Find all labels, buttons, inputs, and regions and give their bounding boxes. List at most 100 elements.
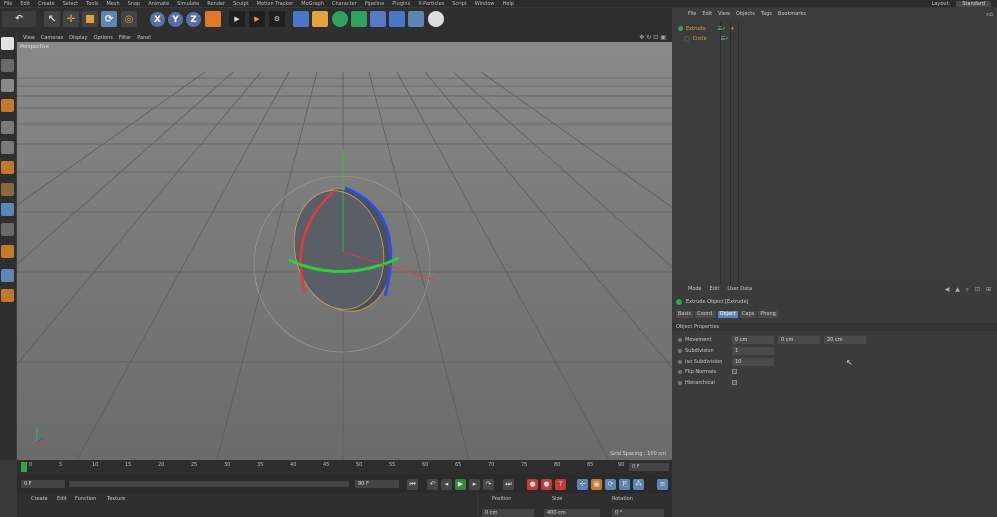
menu-motion-tracker[interactable]: Motion Tracker — [257, 1, 294, 7]
tab-phong[interactable]: Phong — [758, 311, 778, 318]
frame-range-slider[interactable] — [69, 481, 349, 487]
subdivision-surface-icon[interactable] — [332, 11, 348, 27]
y-axis-lock-icon[interactable]: Y — [168, 12, 183, 27]
movement-x-field[interactable]: 0 cm — [732, 336, 774, 344]
animate-dot[interactable] — [678, 360, 682, 364]
object-status-check[interactable]: ☰✓ — [718, 26, 727, 32]
record-position-icon[interactable]: ✛ — [577, 479, 588, 490]
go-to-end-icon[interactable]: ⏭ — [503, 479, 514, 490]
menu-create[interactable]: Create — [38, 1, 55, 7]
subdivision-field[interactable]: 1 — [732, 347, 774, 355]
timeline-ruler[interactable]: 0 5 10 15 20 25 30 35 40 45 50 55 60 65 … — [17, 460, 672, 474]
am-nav-icons[interactable]: ◀ ▲ ⌕ ⊡ ⊞ — [945, 286, 993, 294]
animate-dot[interactable] — [678, 338, 682, 342]
timeline-menu-icon[interactable]: ≡ — [657, 479, 668, 490]
play-icon[interactable]: ▶ — [455, 479, 466, 490]
camera-icon[interactable] — [408, 11, 424, 27]
menu-script[interactable]: Script — [452, 1, 467, 7]
model-mode-icon[interactable] — [1, 59, 14, 72]
size-x-field[interactable]: 400 cm — [544, 509, 600, 517]
current-frame-field[interactable]: 0 F — [21, 480, 65, 488]
undo-icon[interactable]: ↶ — [2, 11, 36, 27]
movement-y-field[interactable]: 0 cm — [778, 336, 820, 344]
rotation-h-field[interactable]: 0 ° — [612, 509, 664, 517]
animate-dot[interactable] — [678, 349, 682, 353]
make-editable-icon[interactable] — [1, 37, 14, 50]
points-mode-icon[interactable] — [1, 121, 14, 134]
move-tool-icon[interactable]: ✛ — [63, 11, 79, 27]
max-frame-field[interactable]: 90 F — [355, 480, 399, 488]
am-menu-user-data[interactable]: User Data — [727, 286, 752, 294]
cloner-icon[interactable] — [351, 11, 367, 27]
om-search-icon[interactable]: ⌕⌂ — [986, 11, 993, 19]
menu-pipeline[interactable]: Pipeline — [365, 1, 385, 7]
pen-icon[interactable] — [312, 11, 328, 27]
record-icon[interactable]: ● — [527, 479, 538, 490]
record-scale-icon[interactable]: ▣ — [591, 479, 602, 490]
viewport-3d[interactable]: Perspective Grid Spacing : 100 cm — [17, 42, 672, 460]
next-key-icon[interactable]: ↷ — [483, 479, 494, 490]
menu-help[interactable]: Help — [502, 1, 513, 7]
tweak-mode-icon[interactable] — [1, 203, 14, 216]
polygons-mode-icon[interactable] — [1, 161, 14, 174]
next-frame-icon[interactable]: ▸ — [469, 479, 480, 490]
tab-coord[interactable]: Coord. — [695, 311, 716, 318]
viewport-menu-display[interactable]: Display — [69, 35, 87, 41]
animate-dot[interactable] — [678, 381, 682, 385]
timeline-end-frame[interactable]: 0 F — [629, 463, 669, 471]
keyframe-selection-icon[interactable]: ? — [555, 479, 566, 490]
viewport-menu-cameras[interactable]: Cameras — [41, 35, 63, 41]
menu-file[interactable]: File — [4, 1, 12, 7]
menu-window[interactable]: Window — [475, 1, 495, 7]
viewport-menu-options[interactable]: Options — [94, 35, 113, 41]
menu-mograph[interactable]: MoGraph — [301, 1, 324, 7]
tab-caps[interactable]: Caps — [739, 311, 757, 318]
om-menu-objects[interactable]: Objects — [736, 11, 755, 19]
viewport-navigation-icons[interactable]: ✥↻⊡▣ — [639, 34, 668, 41]
menu-select[interactable]: Select — [63, 1, 78, 7]
x-axis-lock-icon[interactable]: X — [150, 12, 165, 27]
menu-character[interactable]: Character — [332, 1, 357, 7]
object-row-circle[interactable]: ◯ Circle ☰✓ — [684, 35, 729, 42]
menu-simulate[interactable]: Simulate — [177, 1, 199, 7]
material-menu-create[interactable]: Create — [31, 496, 48, 502]
render-settings-icon[interactable]: ⚙ — [269, 11, 285, 27]
om-menu-view[interactable]: View — [718, 11, 730, 19]
workplane-mode-icon[interactable] — [1, 99, 14, 112]
prev-frame-icon[interactable]: ◂ — [441, 479, 452, 490]
record-rotation-icon[interactable]: ⟳ — [605, 479, 616, 490]
axis-mode-icon[interactable] — [1, 183, 14, 196]
tab-basic[interactable]: Basic — [676, 311, 694, 318]
position-x-field[interactable]: 0 cm — [482, 509, 534, 517]
prev-key-icon[interactable]: ↶ — [427, 479, 438, 490]
viewport-menu-view[interactable]: View — [23, 35, 35, 41]
rotate-tool-icon[interactable]: ⟳ — [101, 11, 117, 27]
coordinate-system-icon[interactable] — [205, 11, 221, 27]
am-menu-edit[interactable]: Edit — [710, 286, 720, 294]
live-selection-icon[interactable]: ↖ — [44, 11, 60, 27]
menu-sculpt[interactable]: Sculpt — [233, 1, 249, 7]
menu-edit[interactable]: Edit — [20, 1, 30, 7]
menu-x-particles[interactable]: X-Particles — [418, 1, 444, 7]
hierarchical-checkbox[interactable] — [732, 380, 737, 385]
menu-mesh[interactable]: Mesh — [106, 1, 119, 7]
light-icon[interactable] — [428, 11, 444, 27]
playhead[interactable] — [21, 462, 27, 472]
animate-dot[interactable] — [678, 370, 682, 374]
menu-plugins[interactable]: Plugins — [392, 1, 410, 7]
movement-z-field[interactable]: 20 cm — [824, 336, 866, 344]
workplane-icon[interactable] — [1, 289, 14, 302]
om-menu-tags[interactable]: Tags — [761, 11, 772, 19]
object-tag-icon[interactable]: ✦ — [730, 26, 734, 32]
timeline-ticks[interactable]: 0 5 10 15 20 25 30 35 40 45 50 55 60 65 … — [21, 462, 626, 472]
material-menu-edit[interactable]: Edit — [57, 496, 67, 502]
viewport-menu-panel[interactable]: Panel — [137, 35, 151, 41]
layout-select[interactable]: Standard — [956, 0, 991, 7]
menu-render[interactable]: Render — [207, 1, 225, 7]
menu-snap[interactable]: Snap — [128, 1, 141, 7]
cube-icon[interactable] — [293, 11, 309, 27]
record-pla-icon[interactable]: ⁂ — [633, 479, 644, 490]
material-menu-texture[interactable]: Texture — [107, 496, 125, 502]
menu-tools[interactable]: Tools — [86, 1, 98, 7]
recent-tools-icon[interactable]: ◎ — [121, 11, 137, 27]
